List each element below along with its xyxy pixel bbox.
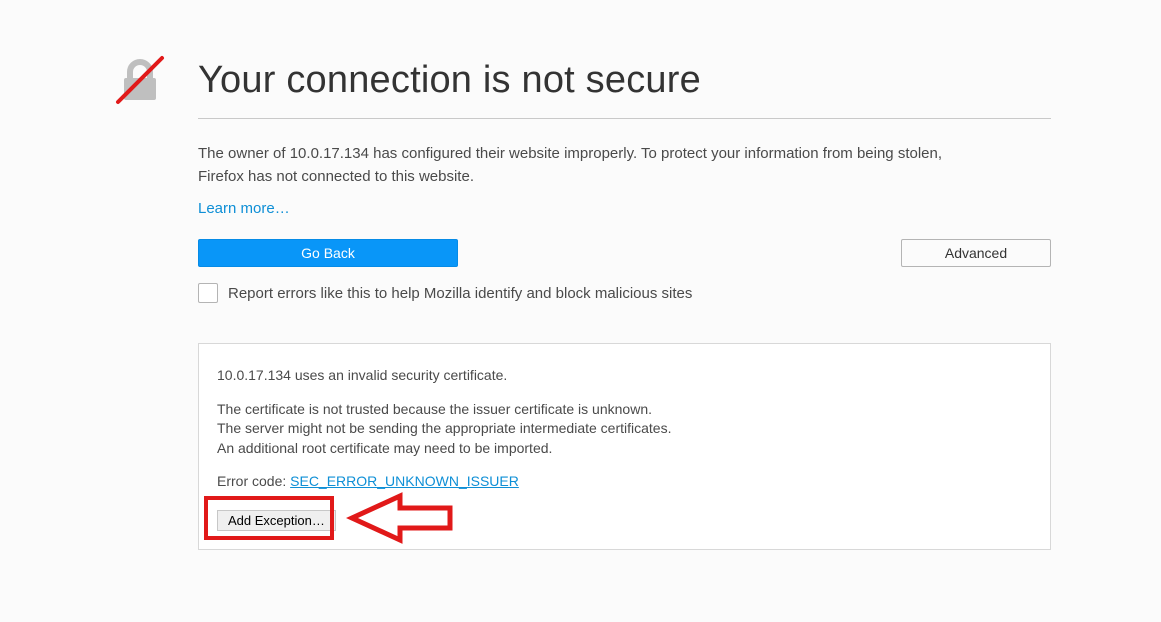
description-text: The owner of 10.0.17.134 has configured … [198, 143, 978, 188]
cert-detail-line: The server might not be sending the appr… [217, 419, 1032, 439]
cert-detail-line: An additional root certificate may need … [217, 439, 1032, 459]
cert-detail-line: The certificate is not trusted because t… [217, 400, 1032, 420]
page-title: Your connection is not secure [198, 59, 701, 102]
error-code-line: Error code: SEC_ERROR_UNKNOWN_ISSUER [217, 472, 1032, 492]
divider [198, 118, 1051, 119]
report-errors-label: Report errors like this to help Mozilla … [228, 285, 692, 302]
add-exception-button[interactable]: Add Exception… [217, 510, 336, 531]
advanced-details-panel: 10.0.17.134 uses an invalid security cer… [198, 343, 1051, 550]
report-errors-checkbox[interactable] [198, 283, 218, 303]
cert-detail-line: 10.0.17.134 uses an invalid security cer… [217, 366, 1032, 386]
advanced-button[interactable]: Advanced [901, 239, 1051, 267]
error-code-prefix: Error code: [217, 473, 290, 489]
go-back-button[interactable]: Go Back [198, 239, 458, 267]
error-code-link[interactable]: SEC_ERROR_UNKNOWN_ISSUER [290, 473, 519, 489]
insecure-lock-icon [110, 50, 170, 110]
learn-more-link[interactable]: Learn more… [198, 200, 290, 217]
